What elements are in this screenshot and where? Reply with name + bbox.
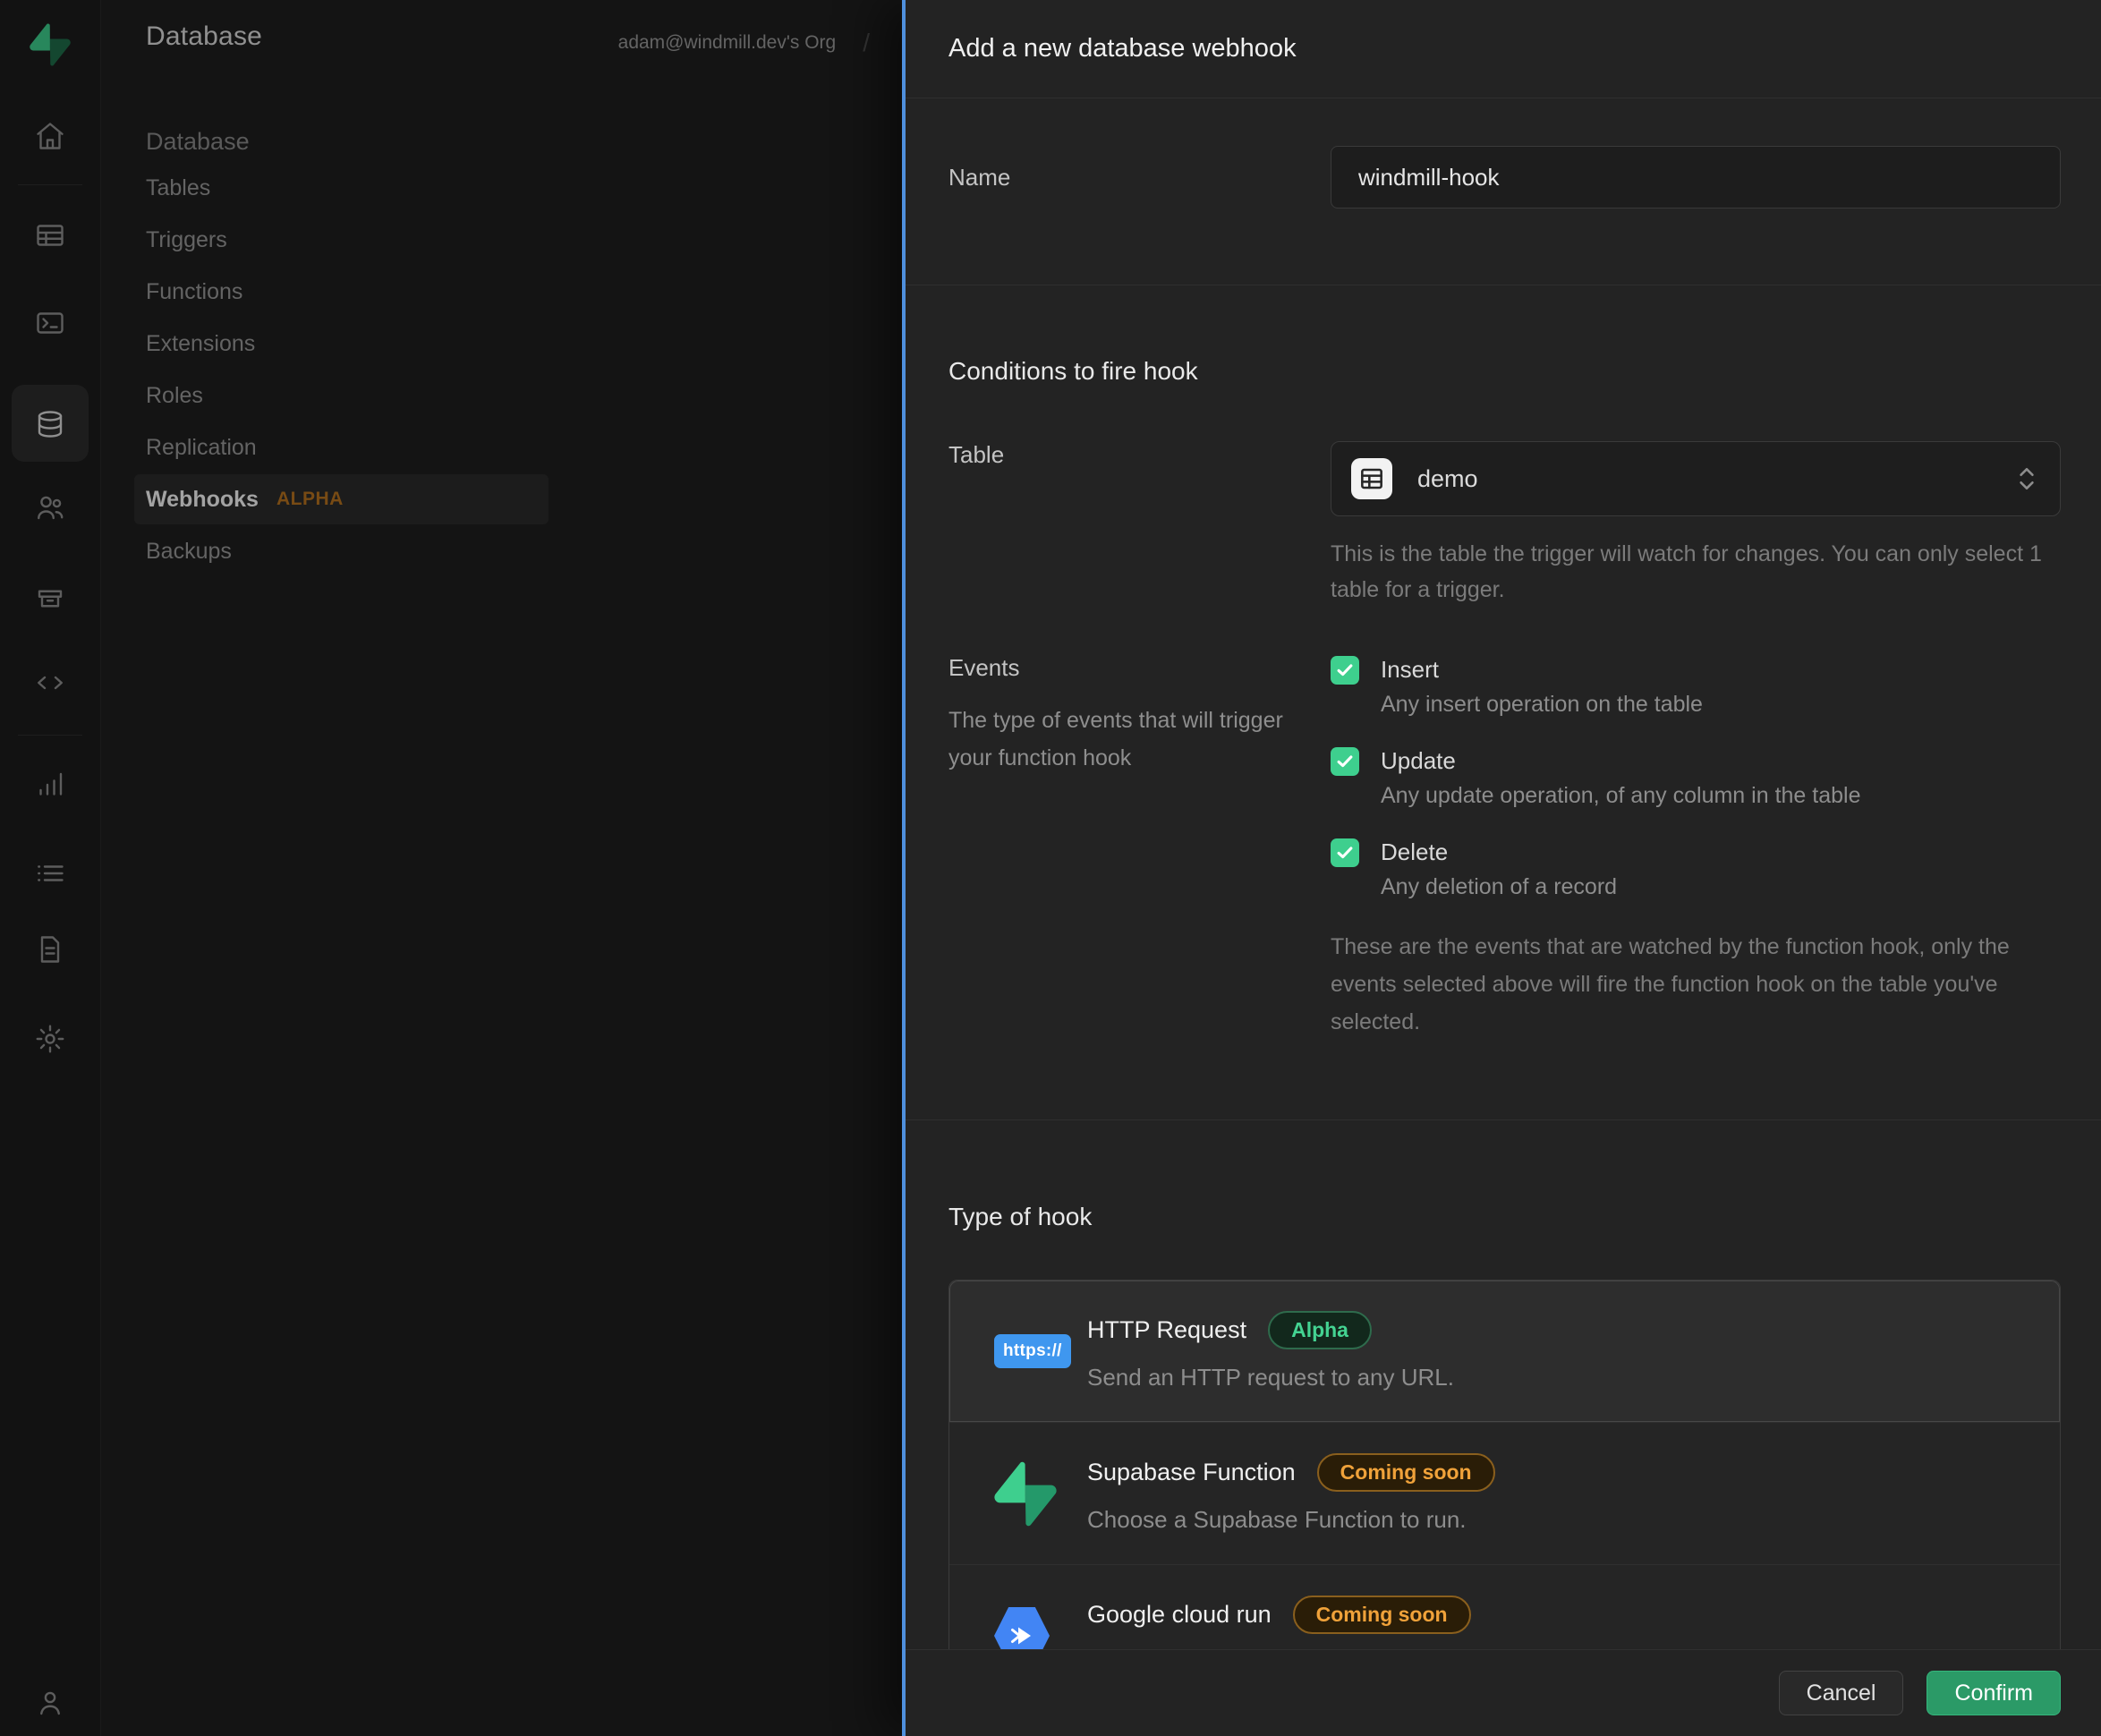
check-icon — [1335, 752, 1355, 771]
google-cloud-run-icon — [994, 1605, 1087, 1649]
insert-desc: Any insert operation on the table — [1381, 690, 1703, 719]
panel-footer: Cancel Confirm — [906, 1649, 2101, 1736]
event-row-insert: Insert Any insert operation on the table — [1331, 654, 2061, 719]
events-help-text: The type of events that will trigger you… — [948, 702, 1297, 777]
events-label: Events — [948, 654, 1331, 682]
panel-body: Name Conditions to fire hook Table demo — [906, 98, 2101, 1649]
supabase-dashboard: Database adam@windmill.dev's Org / Datab… — [0, 0, 2101, 1736]
table-icon — [1351, 458, 1392, 499]
delete-label: Delete — [1381, 837, 1617, 867]
events-field-row: Events The type of events that will trig… — [948, 654, 2061, 1041]
supabase-bolt-icon — [994, 1461, 1087, 1527]
chevron-up-down-icon — [2013, 464, 2040, 494]
event-row-update: Update Any update operation, of any colu… — [1331, 745, 2061, 810]
panel-header: Add a new database webhook — [906, 0, 2101, 98]
alpha-pill: Alpha — [1268, 1311, 1372, 1349]
cancel-button[interactable]: Cancel — [1779, 1671, 1904, 1715]
update-checkbox[interactable] — [1331, 747, 1359, 776]
hook-option-supabase-function[interactable]: Supabase Function Coming soon Choose a S… — [949, 1422, 2060, 1564]
events-label-col: Events The type of events that will trig… — [948, 654, 1331, 777]
hook-type-list: https:// HTTP Request Alpha Send an HTTP… — [948, 1280, 2061, 1649]
table-select[interactable]: demo — [1331, 441, 2061, 516]
insert-label: Insert — [1381, 654, 1703, 685]
coming-soon-pill: Coming soon — [1293, 1596, 1471, 1634]
name-label: Name — [948, 164, 1331, 191]
coming-soon-pill: Coming soon — [1317, 1453, 1495, 1492]
option-title: Google cloud run — [1087, 1601, 1272, 1629]
overlay-backdrop[interactable] — [0, 0, 902, 1736]
conditions-heading: Conditions to fire hook — [948, 355, 2101, 387]
option-desc: Choose a Supabase Function to run. — [1087, 1506, 2033, 1534]
update-desc: Any update operation, of any column in t… — [1381, 781, 1860, 810]
option-title: Supabase Function — [1087, 1459, 1296, 1486]
update-label: Update — [1381, 745, 1860, 776]
hook-option-google-cloud-run[interactable]: Google cloud run Coming soon Choose a go… — [949, 1564, 2060, 1649]
table-label: Table — [948, 441, 1331, 469]
events-footnote: These are the events that are watched by… — [1331, 928, 2061, 1041]
workspace-background: Database adam@windmill.dev's Org / Datab… — [0, 0, 902, 1736]
webhook-panel: Add a new database webhook Name Conditio… — [902, 0, 2101, 1736]
delete-checkbox[interactable] — [1331, 838, 1359, 867]
table-select-value: demo — [1417, 465, 1478, 493]
section-divider — [906, 1119, 2101, 1120]
check-icon — [1335, 843, 1355, 863]
confirm-button[interactable]: Confirm — [1927, 1671, 2061, 1715]
option-title: HTTP Request — [1087, 1316, 1246, 1344]
table-help-text: This is the table the trigger will watch… — [1331, 536, 2060, 608]
hook-option-http-request[interactable]: https:// HTTP Request Alpha Send an HTTP… — [949, 1281, 2060, 1422]
https-badge-icon: https:// — [994, 1334, 1087, 1368]
hook-type-heading: Type of hook — [948, 1201, 2101, 1233]
webhook-name-input[interactable] — [1331, 146, 2061, 208]
option-desc: Send an HTTP request to any URL. — [1087, 1364, 2033, 1391]
table-field-row: Table demo This is the table the trigger… — [948, 441, 2061, 608]
delete-desc: Any deletion of a record — [1381, 872, 1617, 901]
event-row-delete: Delete Any deletion of a record — [1331, 837, 2061, 901]
name-field-row: Name — [948, 146, 2061, 208]
insert-checkbox[interactable] — [1331, 656, 1359, 685]
check-icon — [1335, 660, 1355, 680]
panel-title: Add a new database webhook — [948, 34, 1297, 64]
